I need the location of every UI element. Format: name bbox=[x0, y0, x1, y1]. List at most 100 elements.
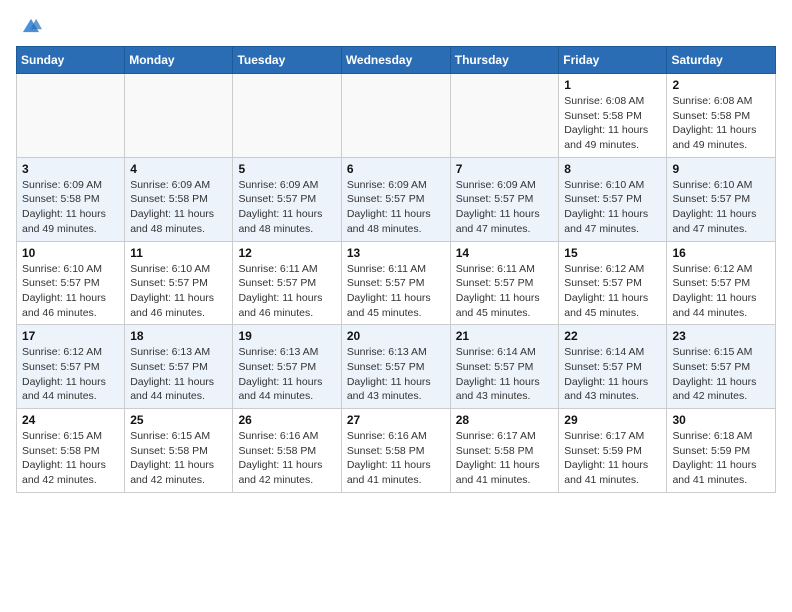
calendar-day-cell: 18 Sunrise: 6:13 AM Sunset: 5:57 PM Dayli… bbox=[125, 325, 233, 409]
weekday-header: Saturday bbox=[667, 47, 776, 74]
day-info: Sunrise: 6:08 AM Sunset: 5:58 PM Dayligh… bbox=[672, 94, 770, 153]
day-info: Sunrise: 6:13 AM Sunset: 5:57 PM Dayligh… bbox=[238, 345, 335, 404]
calendar-day-cell: 10 Sunrise: 6:10 AM Sunset: 5:57 PM Dayli… bbox=[17, 241, 125, 325]
day-number: 24 bbox=[22, 413, 119, 427]
day-info: Sunrise: 6:10 AM Sunset: 5:57 PM Dayligh… bbox=[130, 262, 227, 321]
calendar-day-cell: 11 Sunrise: 6:10 AM Sunset: 5:57 PM Dayli… bbox=[125, 241, 233, 325]
calendar-day-cell: 12 Sunrise: 6:11 AM Sunset: 5:57 PM Dayli… bbox=[233, 241, 341, 325]
weekday-header: Sunday bbox=[17, 47, 125, 74]
day-number: 5 bbox=[238, 162, 335, 176]
day-info: Sunrise: 6:09 AM Sunset: 5:58 PM Dayligh… bbox=[130, 178, 227, 237]
day-info: Sunrise: 6:16 AM Sunset: 5:58 PM Dayligh… bbox=[238, 429, 335, 488]
weekday-header: Thursday bbox=[450, 47, 559, 74]
day-number: 4 bbox=[130, 162, 227, 176]
day-number: 27 bbox=[347, 413, 445, 427]
day-number: 23 bbox=[672, 329, 770, 343]
day-number: 2 bbox=[672, 78, 770, 92]
calendar-table: SundayMondayTuesdayWednesdayThursdayFrid… bbox=[16, 46, 776, 493]
day-info: Sunrise: 6:17 AM Sunset: 5:59 PM Dayligh… bbox=[564, 429, 661, 488]
calendar-day-cell: 15Sunrise: 6:12 AM Sunset: 5:57 PM Dayli… bbox=[559, 241, 667, 325]
logo bbox=[16, 16, 44, 38]
day-number: 6 bbox=[347, 162, 445, 176]
calendar-body: 1 Sunrise: 6:08 AM Sunset: 5:58 PM Daylig… bbox=[17, 74, 776, 493]
calendar-day-cell: 29 Sunrise: 6:17 AM Sunset: 5:59 PM Dayli… bbox=[559, 409, 667, 493]
day-info: Sunrise: 6:18 AM Sunset: 5:59 PM Dayligh… bbox=[672, 429, 770, 488]
day-number: 21 bbox=[456, 329, 554, 343]
day-number: 8 bbox=[564, 162, 661, 176]
day-number: 28 bbox=[456, 413, 554, 427]
day-info: Sunrise: 6:09 AM Sunset: 5:58 PM Dayligh… bbox=[22, 178, 119, 237]
calendar-day-cell: 14 Sunrise: 6:11 AM Sunset: 5:57 PM Dayli… bbox=[450, 241, 559, 325]
day-number: 29 bbox=[564, 413, 661, 427]
calendar-day-cell: 23 Sunrise: 6:15 AM Sunset: 5:57 PM Dayli… bbox=[667, 325, 776, 409]
calendar-week-row: 17 Sunrise: 6:12 AM Sunset: 5:57 PM Dayli… bbox=[17, 325, 776, 409]
calendar-day-cell: 28 Sunrise: 6:17 AM Sunset: 5:58 PM Dayli… bbox=[450, 409, 559, 493]
day-number: 9 bbox=[672, 162, 770, 176]
day-info: Sunrise: 6:17 AM Sunset: 5:58 PM Dayligh… bbox=[456, 429, 554, 488]
day-number: 11 bbox=[130, 246, 227, 260]
calendar-day-cell: 24 Sunrise: 6:15 AM Sunset: 5:58 PM Dayli… bbox=[17, 409, 125, 493]
day-number: 16 bbox=[672, 246, 770, 260]
day-info: Sunrise: 6:11 AM Sunset: 5:57 PM Dayligh… bbox=[238, 262, 335, 321]
day-info: Sunrise: 6:13 AM Sunset: 5:57 PM Dayligh… bbox=[347, 345, 445, 404]
day-number: 14 bbox=[456, 246, 554, 260]
calendar-day-cell: 8 Sunrise: 6:10 AM Sunset: 5:57 PM Daylig… bbox=[559, 157, 667, 241]
calendar-day-cell: 17 Sunrise: 6:12 AM Sunset: 5:57 PM Dayli… bbox=[17, 325, 125, 409]
day-info: Sunrise: 6:15 AM Sunset: 5:57 PM Dayligh… bbox=[672, 345, 770, 404]
day-info: Sunrise: 6:11 AM Sunset: 5:57 PM Dayligh… bbox=[347, 262, 445, 321]
calendar-day-cell: 9 Sunrise: 6:10 AM Sunset: 5:57 PM Daylig… bbox=[667, 157, 776, 241]
calendar-day-cell: 1 Sunrise: 6:08 AM Sunset: 5:58 PM Daylig… bbox=[559, 74, 667, 158]
calendar-day-cell bbox=[341, 74, 450, 158]
day-number: 15 bbox=[564, 246, 661, 260]
calendar-day-cell: 2 Sunrise: 6:08 AM Sunset: 5:58 PM Daylig… bbox=[667, 74, 776, 158]
day-number: 20 bbox=[347, 329, 445, 343]
calendar-day-cell: 20 Sunrise: 6:13 AM Sunset: 5:57 PM Dayli… bbox=[341, 325, 450, 409]
calendar-day-cell bbox=[450, 74, 559, 158]
calendar-day-cell: 13 Sunrise: 6:11 AM Sunset: 5:57 PM Dayli… bbox=[341, 241, 450, 325]
calendar-day-cell: 22Sunrise: 6:14 AM Sunset: 5:57 PM Dayli… bbox=[559, 325, 667, 409]
calendar-day-cell: 27Sunrise: 6:16 AM Sunset: 5:58 PM Dayli… bbox=[341, 409, 450, 493]
day-number: 13 bbox=[347, 246, 445, 260]
day-info: Sunrise: 6:13 AM Sunset: 5:57 PM Dayligh… bbox=[130, 345, 227, 404]
calendar-day-cell: 16 Sunrise: 6:12 AM Sunset: 5:57 PM Dayli… bbox=[667, 241, 776, 325]
weekday-header: Friday bbox=[559, 47, 667, 74]
day-number: 26 bbox=[238, 413, 335, 427]
day-number: 12 bbox=[238, 246, 335, 260]
calendar-day-cell: 3 Sunrise: 6:09 AM Sunset: 5:58 PM Daylig… bbox=[17, 157, 125, 241]
day-number: 22 bbox=[564, 329, 661, 343]
day-info: Sunrise: 6:14 AM Sunset: 5:57 PM Dayligh… bbox=[456, 345, 554, 404]
day-number: 3 bbox=[22, 162, 119, 176]
calendar-day-cell: 7Sunrise: 6:09 AM Sunset: 5:57 PM Daylig… bbox=[450, 157, 559, 241]
day-info: Sunrise: 6:12 AM Sunset: 5:57 PM Dayligh… bbox=[22, 345, 119, 404]
calendar-day-cell bbox=[125, 74, 233, 158]
calendar-week-row: 10 Sunrise: 6:10 AM Sunset: 5:57 PM Dayli… bbox=[17, 241, 776, 325]
calendar-week-row: 1 Sunrise: 6:08 AM Sunset: 5:58 PM Daylig… bbox=[17, 74, 776, 158]
day-info: Sunrise: 6:10 AM Sunset: 5:57 PM Dayligh… bbox=[564, 178, 661, 237]
day-info: Sunrise: 6:11 AM Sunset: 5:57 PM Dayligh… bbox=[456, 262, 554, 321]
day-info: Sunrise: 6:15 AM Sunset: 5:58 PM Dayligh… bbox=[130, 429, 227, 488]
day-number: 7 bbox=[456, 162, 554, 176]
logo-text bbox=[16, 16, 42, 38]
day-info: Sunrise: 6:10 AM Sunset: 5:57 PM Dayligh… bbox=[672, 178, 770, 237]
calendar-header-row: SundayMondayTuesdayWednesdayThursdayFrid… bbox=[17, 47, 776, 74]
day-number: 18 bbox=[130, 329, 227, 343]
day-info: Sunrise: 6:10 AM Sunset: 5:57 PM Dayligh… bbox=[22, 262, 119, 321]
day-number: 10 bbox=[22, 246, 119, 260]
weekday-header: Tuesday bbox=[233, 47, 341, 74]
day-info: Sunrise: 6:12 AM Sunset: 5:57 PM Dayligh… bbox=[672, 262, 770, 321]
day-number: 25 bbox=[130, 413, 227, 427]
calendar-week-row: 24 Sunrise: 6:15 AM Sunset: 5:58 PM Dayli… bbox=[17, 409, 776, 493]
day-info: Sunrise: 6:08 AM Sunset: 5:58 PM Dayligh… bbox=[564, 94, 661, 153]
day-number: 30 bbox=[672, 413, 770, 427]
day-info: Sunrise: 6:09 AM Sunset: 5:57 PM Dayligh… bbox=[238, 178, 335, 237]
calendar-day-cell: 5 Sunrise: 6:09 AM Sunset: 5:57 PM Daylig… bbox=[233, 157, 341, 241]
page-header bbox=[16, 16, 776, 38]
day-info: Sunrise: 6:09 AM Sunset: 5:57 PM Dayligh… bbox=[347, 178, 445, 237]
calendar-day-cell: 25 Sunrise: 6:15 AM Sunset: 5:58 PM Dayli… bbox=[125, 409, 233, 493]
day-number: 17 bbox=[22, 329, 119, 343]
day-info: Sunrise: 6:15 AM Sunset: 5:58 PM Dayligh… bbox=[22, 429, 119, 488]
day-number: 1 bbox=[564, 78, 661, 92]
calendar-day-cell: 21 Sunrise: 6:14 AM Sunset: 5:57 PM Dayli… bbox=[450, 325, 559, 409]
calendar-day-cell: 6 Sunrise: 6:09 AM Sunset: 5:57 PM Daylig… bbox=[341, 157, 450, 241]
day-number: 19 bbox=[238, 329, 335, 343]
